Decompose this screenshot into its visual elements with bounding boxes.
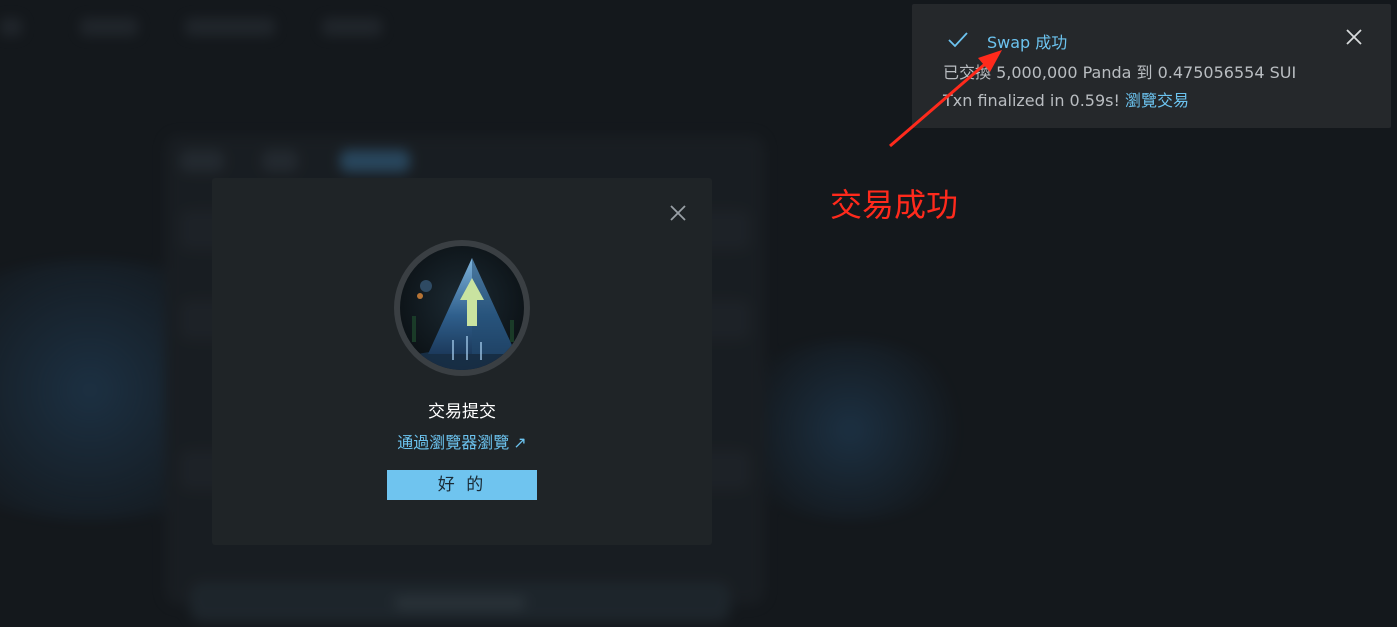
bg-nav-item bbox=[185, 18, 275, 36]
finalized-time-text: Txn finalized in 0.59s! bbox=[943, 91, 1120, 110]
swap-summary-text: 已交換 5,000,000 Panda 到 0.475056554 SUI bbox=[943, 63, 1297, 82]
check-icon bbox=[947, 30, 969, 50]
annotation-label: 交易成功 bbox=[830, 186, 959, 224]
bg-nav-item bbox=[322, 18, 382, 36]
swap-success-toast: Swap 成功 已交換 5,000,000 Panda 到 0.47505655… bbox=[912, 4, 1391, 128]
bg-bottom-label bbox=[395, 596, 525, 610]
screen: 交易提交 通過瀏覽器瀏覽 ↗ 好 的 Swap 成功 已交換 5,000,000 … bbox=[0, 0, 1397, 627]
toast-title: Swap 成功 bbox=[987, 33, 1068, 52]
panda-arrow-emblem-icon bbox=[390, 236, 534, 380]
close-icon[interactable] bbox=[668, 203, 688, 223]
bg-tab bbox=[180, 150, 224, 172]
bg-nav-item bbox=[0, 18, 22, 36]
view-transaction-link[interactable]: 瀏覽交易 bbox=[1125, 91, 1189, 110]
bg-tab bbox=[262, 150, 298, 172]
finalized-text: Txn finalized in 0.59s! 瀏覽交易 bbox=[943, 87, 1189, 111]
external-link-icon: ↗ bbox=[513, 433, 527, 452]
bg-nav-item bbox=[80, 18, 138, 36]
view-in-explorer-link[interactable]: 通過瀏覽器瀏覽 ↗ bbox=[212, 429, 712, 453]
view-in-explorer-label: 通過瀏覽器瀏覽 bbox=[397, 433, 510, 452]
bg-tab bbox=[340, 150, 410, 172]
ok-button[interactable]: 好 的 bbox=[387, 470, 537, 500]
modal-title: 交易提交 bbox=[428, 402, 496, 422]
transaction-submitted-modal: 交易提交 通過瀏覽器瀏覽 ↗ 好 的 bbox=[212, 178, 712, 545]
close-icon[interactable] bbox=[1344, 27, 1364, 47]
